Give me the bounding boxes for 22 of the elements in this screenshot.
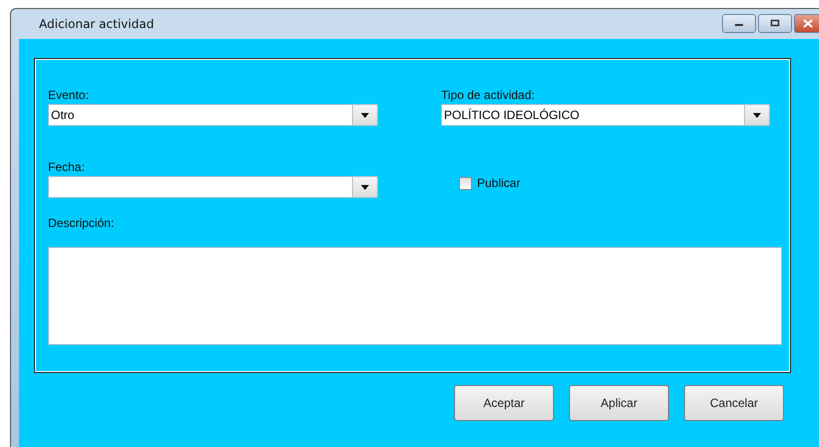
maximize-button[interactable]	[758, 14, 792, 32]
dropdown-field[interactable]: Otro	[48, 104, 378, 126]
dialog-button[interactable]: Aplicar	[569, 385, 669, 421]
field-label: Descripción:	[48, 217, 116, 230]
dropdown-field[interactable]: POLÍTICO IDEOLÓGICO	[441, 104, 770, 126]
window-title: Adicionar actividad	[39, 17, 154, 31]
field-label: Evento:	[48, 89, 90, 102]
close-button[interactable]	[794, 14, 819, 32]
close-icon	[802, 18, 812, 28]
checkbox-label: Publicar	[477, 176, 520, 190]
minimize-button[interactable]	[722, 14, 756, 32]
description-field[interactable]	[48, 247, 782, 345]
dialog-button[interactable]: Cancelar	[684, 385, 784, 421]
dialog-button[interactable]: Aceptar	[454, 385, 554, 421]
dropdown-arrow-icon	[361, 112, 369, 118]
checkbox[interactable]	[459, 176, 472, 190]
field-label: Tipo de actividad:	[441, 89, 536, 102]
dropdown-arrow-icon	[361, 184, 369, 190]
field-label: Fecha:	[48, 161, 86, 174]
maximize-icon	[770, 19, 780, 27]
dropdown-arrow-icon	[753, 112, 761, 118]
date-field[interactable]	[48, 176, 378, 198]
